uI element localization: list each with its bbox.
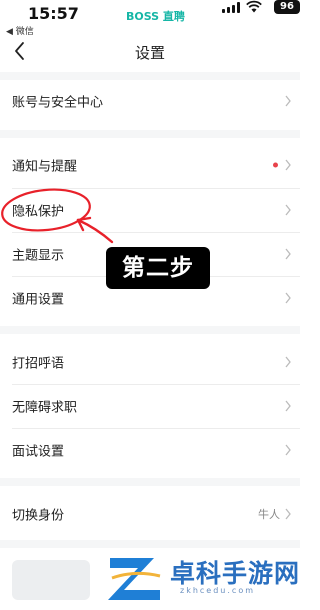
menu-item-notifications[interactable]: 通知与提醒: [0, 145, 300, 185]
menu-item-accessibility[interactable]: 无障碍求职: [0, 386, 300, 426]
chevron-right-icon: [285, 444, 291, 456]
menu-item-label: 切换身份: [12, 508, 65, 524]
watermark-text: 卓科手游网: [170, 559, 301, 588]
status-time: 15:57: [28, 4, 79, 23]
chevron-right-icon: [285, 356, 291, 368]
divider: [12, 428, 300, 429]
menu-item-label: 隐私保护: [12, 204, 65, 220]
back-to-wechat-link[interactable]: ◀ 微信: [6, 24, 34, 37]
battery-indicator: 96: [274, 0, 300, 14]
current-identity-value: 牛人: [258, 508, 280, 521]
menu-item-label: 面试设置: [12, 444, 65, 460]
chevron-right-icon: [285, 204, 291, 216]
chevron-right-icon: [285, 95, 291, 107]
unread-dot-badge: [273, 162, 278, 168]
menu-item-label: 打招呼语: [12, 356, 65, 372]
page-title: 设置: [134, 44, 165, 62]
wifi-icon: [246, 0, 262, 13]
menu-item-label: 无障碍求职: [12, 400, 78, 416]
watermark-logo-icon: [108, 558, 161, 600]
chevron-right-icon: [285, 508, 291, 520]
section-gap: [0, 326, 300, 334]
menu-item-greeting[interactable]: 打招呼语: [0, 342, 300, 382]
divider: [12, 384, 300, 385]
bottom-placeholder-button[interactable]: [12, 560, 90, 600]
section-gap: [0, 478, 300, 486]
chevron-right-icon: [285, 292, 291, 304]
section-gap: [0, 540, 300, 548]
section-gap: [0, 130, 300, 138]
watermark-url: zkhcedu.com: [180, 586, 255, 595]
menu-item-privacy[interactable]: 隐私保护: [0, 190, 300, 230]
chevron-right-icon: [285, 248, 291, 260]
menu-item-label: 账号与安全中心: [12, 95, 104, 111]
divider: [12, 232, 300, 233]
menu-item-label: 通知与提醒: [12, 159, 78, 175]
cellular-signal-icon: [222, 2, 240, 13]
menu-item-switch-identity[interactable]: 切换身份 牛人: [0, 494, 300, 534]
step-callout: 第二步: [106, 247, 210, 289]
section-gap: [0, 72, 300, 80]
chevron-right-icon: [285, 400, 291, 412]
menu-item-interview[interactable]: 面试设置: [0, 430, 300, 470]
chevron-right-icon: [285, 159, 291, 171]
site-watermark: 卓科手游网 zkhcedu.com: [100, 548, 299, 606]
divider: [12, 188, 300, 189]
menu-item-account-security[interactable]: 账号与安全中心: [0, 81, 300, 121]
menu-item-label: 主题显示: [12, 248, 65, 264]
menu-item-label: 通用设置: [12, 292, 65, 308]
nav-bar: 设置: [0, 38, 300, 68]
app-brand-label: BOSS 直聘: [126, 10, 185, 23]
status-bar: 15:57 ◀ 微信 BOSS 直聘 96: [0, 0, 300, 38]
